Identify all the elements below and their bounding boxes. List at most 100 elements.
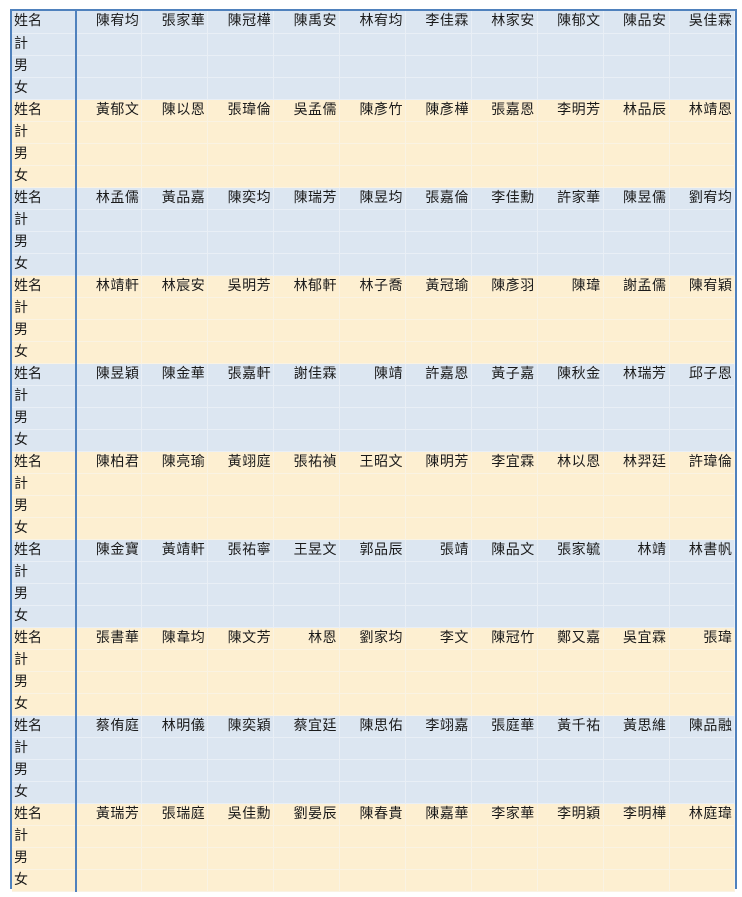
female-count-cell[interactable] xyxy=(603,605,670,628)
student-name-cell[interactable]: 劉晏辰 xyxy=(273,803,341,826)
male-count-cell[interactable] xyxy=(141,759,209,782)
student-name-cell[interactable]: 張嘉軒 xyxy=(207,363,275,386)
female-count-cell[interactable] xyxy=(603,429,670,452)
female-count-cell[interactable] xyxy=(537,77,604,100)
male-count-cell[interactable] xyxy=(669,143,736,166)
student-name-cell[interactable]: 許瑋倫 xyxy=(669,451,736,474)
name-row-label[interactable]: 姓名 xyxy=(12,11,77,34)
male-count-cell[interactable] xyxy=(207,759,275,782)
name-row-label[interactable]: 姓名 xyxy=(12,627,77,650)
student-name-cell[interactable]: 王昭文 xyxy=(339,451,406,474)
student-name-cell[interactable]: 陳奕穎 xyxy=(207,715,275,738)
total-row-label[interactable]: 計 xyxy=(12,737,77,760)
female-row-label[interactable]: 女 xyxy=(12,869,77,892)
male-count-cell[interactable] xyxy=(471,143,538,166)
male-count-cell[interactable] xyxy=(603,407,670,430)
student-name-cell[interactable]: 陳瑋 xyxy=(537,275,604,298)
total-count-cell[interactable] xyxy=(537,825,604,848)
total-count-cell[interactable] xyxy=(405,473,472,496)
total-count-cell[interactable] xyxy=(603,825,670,848)
total-count-cell[interactable] xyxy=(339,121,406,144)
total-count-cell[interactable] xyxy=(339,385,406,408)
female-row-label[interactable]: 女 xyxy=(12,517,77,540)
male-count-cell[interactable] xyxy=(76,671,143,694)
student-name-cell[interactable]: 蔡宜廷 xyxy=(273,715,341,738)
total-count-cell[interactable] xyxy=(273,121,341,144)
male-row-label[interactable]: 男 xyxy=(12,319,77,342)
male-count-cell[interactable] xyxy=(207,671,275,694)
student-name-cell[interactable]: 陳秋金 xyxy=(537,363,604,386)
male-count-cell[interactable] xyxy=(603,143,670,166)
total-count-cell[interactable] xyxy=(471,825,538,848)
male-count-cell[interactable] xyxy=(207,407,275,430)
male-count-cell[interactable] xyxy=(669,407,736,430)
total-row-label[interactable]: 計 xyxy=(12,385,77,408)
student-name-cell[interactable]: 陳春貴 xyxy=(339,803,406,826)
total-count-cell[interactable] xyxy=(76,825,143,848)
male-count-cell[interactable] xyxy=(273,759,341,782)
student-name-cell[interactable]: 黃翊庭 xyxy=(207,451,275,474)
total-count-cell[interactable] xyxy=(273,825,341,848)
male-count-cell[interactable] xyxy=(273,319,341,342)
female-count-cell[interactable] xyxy=(141,781,209,804)
student-name-cell[interactable]: 李明穎 xyxy=(537,803,604,826)
total-count-cell[interactable] xyxy=(339,737,406,760)
female-count-cell[interactable] xyxy=(76,693,143,716)
female-count-cell[interactable] xyxy=(405,781,472,804)
female-count-cell[interactable] xyxy=(669,869,736,892)
student-name-cell[interactable]: 劉家均 xyxy=(339,627,406,650)
female-count-cell[interactable] xyxy=(141,517,209,540)
total-count-cell[interactable] xyxy=(537,297,604,320)
male-count-cell[interactable] xyxy=(405,55,472,78)
male-count-cell[interactable] xyxy=(76,407,143,430)
male-count-cell[interactable] xyxy=(603,847,670,870)
male-count-cell[interactable] xyxy=(471,55,538,78)
female-count-cell[interactable] xyxy=(273,77,341,100)
student-name-cell[interactable]: 林郁軒 xyxy=(273,275,341,298)
name-row-label[interactable]: 姓名 xyxy=(12,539,77,562)
total-count-cell[interactable] xyxy=(603,737,670,760)
total-count-cell[interactable] xyxy=(405,737,472,760)
male-count-cell[interactable] xyxy=(537,759,604,782)
male-count-cell[interactable] xyxy=(273,495,341,518)
male-count-cell[interactable] xyxy=(141,583,209,606)
student-name-cell[interactable]: 陳靖 xyxy=(339,363,406,386)
female-count-cell[interactable] xyxy=(603,781,670,804)
male-count-cell[interactable] xyxy=(537,847,604,870)
male-count-cell[interactable] xyxy=(603,319,670,342)
student-name-cell[interactable]: 陳韋均 xyxy=(141,627,209,650)
male-count-cell[interactable] xyxy=(207,495,275,518)
female-count-cell[interactable] xyxy=(207,253,275,276)
total-count-cell[interactable] xyxy=(669,209,736,232)
student-name-cell[interactable]: 蔡侑庭 xyxy=(76,715,143,738)
male-row-label[interactable]: 男 xyxy=(12,583,77,606)
male-count-cell[interactable] xyxy=(603,231,670,254)
total-count-cell[interactable] xyxy=(471,737,538,760)
male-count-cell[interactable] xyxy=(669,583,736,606)
female-count-cell[interactable] xyxy=(471,517,538,540)
female-count-cell[interactable] xyxy=(339,77,406,100)
female-count-cell[interactable] xyxy=(273,341,341,364)
student-name-cell[interactable]: 張嘉恩 xyxy=(471,99,538,122)
male-count-cell[interactable] xyxy=(669,671,736,694)
female-count-cell[interactable] xyxy=(405,869,472,892)
male-count-cell[interactable] xyxy=(405,671,472,694)
name-row-label[interactable]: 姓名 xyxy=(12,803,77,826)
student-name-cell[interactable]: 陳昱均 xyxy=(339,187,406,210)
student-name-cell[interactable]: 劉宥均 xyxy=(669,187,736,210)
male-count-cell[interactable] xyxy=(339,55,406,78)
total-count-cell[interactable] xyxy=(603,473,670,496)
male-count-cell[interactable] xyxy=(537,55,604,78)
total-count-cell[interactable] xyxy=(471,473,538,496)
student-name-cell[interactable]: 陳昱儒 xyxy=(603,187,670,210)
total-count-cell[interactable] xyxy=(339,33,406,56)
male-count-cell[interactable] xyxy=(537,671,604,694)
total-count-cell[interactable] xyxy=(669,825,736,848)
student-name-cell[interactable]: 張書華 xyxy=(76,627,143,650)
male-count-cell[interactable] xyxy=(141,847,209,870)
total-count-cell[interactable] xyxy=(207,209,275,232)
male-count-cell[interactable] xyxy=(76,495,143,518)
student-name-cell[interactable]: 林孟儒 xyxy=(76,187,143,210)
student-name-cell[interactable]: 陳金華 xyxy=(141,363,209,386)
total-count-cell[interactable] xyxy=(273,33,341,56)
